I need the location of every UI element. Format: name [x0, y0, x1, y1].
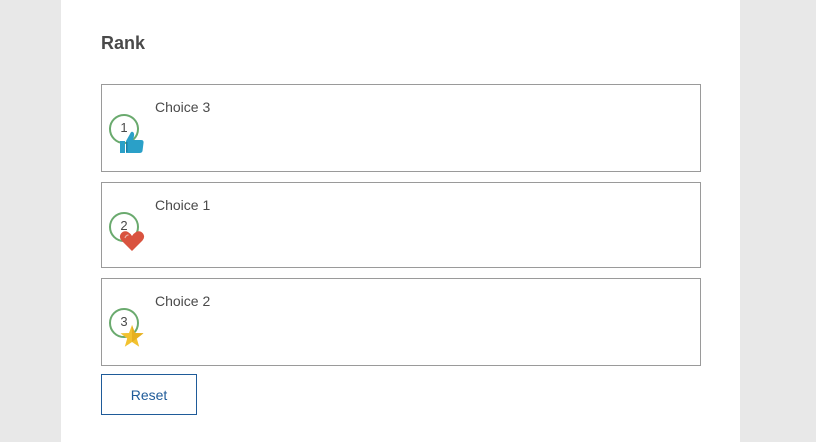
rank-list: 1 Choice 3 2 Choice 1 3 Choice 2: [101, 84, 701, 366]
star-icon: [120, 325, 144, 347]
choice-label: Choice 2: [155, 293, 211, 309]
thumbs-up-icon: [120, 131, 144, 153]
question-panel: Rank 1 Choice 3 2 Choice 1 3 Choice 2 Re…: [61, 0, 740, 442]
heart-icon: [119, 231, 145, 251]
choice-label: Choice 3: [155, 99, 211, 115]
rank-item[interactable]: 3 Choice 2: [101, 278, 701, 366]
question-title: Rank: [101, 33, 146, 53]
rank-item[interactable]: 2 Choice 1: [101, 182, 701, 268]
rank-item[interactable]: 1 Choice 3: [101, 84, 701, 172]
choice-label: Choice 1: [155, 197, 211, 213]
reset-button[interactable]: Reset: [101, 374, 197, 415]
